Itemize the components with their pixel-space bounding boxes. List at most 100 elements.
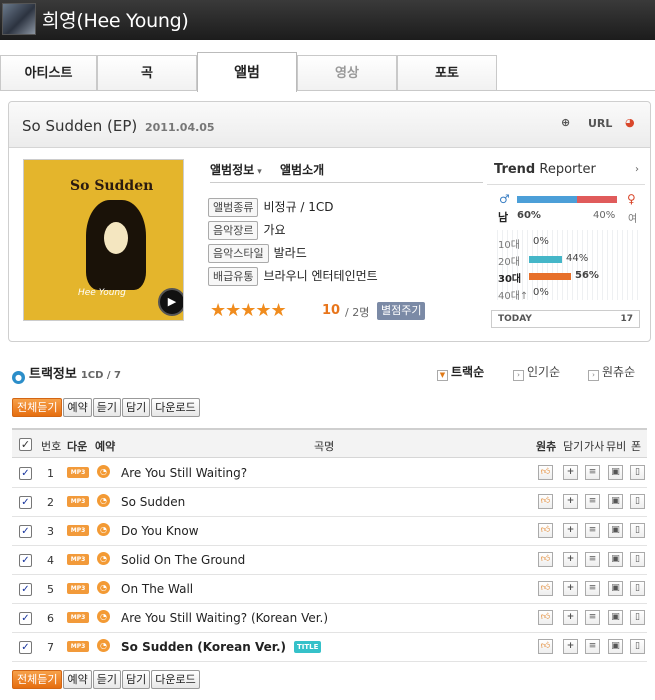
- track-title[interactable]: Solid On The Ground: [121, 553, 245, 567]
- phone-icon[interactable]: ▯: [630, 465, 645, 480]
- track-checkbox[interactable]: ✓: [19, 554, 32, 567]
- mp3-icon[interactable]: MP3: [67, 467, 89, 478]
- video-icon[interactable]: ▣: [608, 552, 623, 567]
- track-title[interactable]: Do You Know: [121, 524, 199, 538]
- lyrics-icon[interactable]: ≡: [585, 610, 600, 625]
- listen-button[interactable]: 듣기: [92, 670, 121, 689]
- tab-album-info[interactable]: 앨범정보: [210, 163, 254, 177]
- thumbs-up-icon[interactable]: 👍︎: [538, 639, 553, 654]
- thumbs-up-icon[interactable]: 👍︎: [538, 523, 553, 538]
- track-checkbox[interactable]: ✓: [19, 612, 32, 625]
- artist-thumbnail[interactable]: [2, 3, 36, 35]
- add-button[interactable]: 담기: [121, 398, 151, 417]
- clock-icon[interactable]: ◔: [97, 494, 110, 507]
- thumbs-up-icon[interactable]: 👍︎: [538, 581, 553, 596]
- lyrics-icon[interactable]: ≡: [585, 581, 600, 596]
- album-panel: So Sudden (EP) 2011.04.05 ⊕ URL ◕ So Sud…: [8, 101, 651, 342]
- video-icon[interactable]: ▣: [608, 494, 623, 509]
- track-title[interactable]: Are You Still Waiting?: [121, 466, 247, 480]
- phone-icon[interactable]: ▯: [630, 494, 645, 509]
- plus-icon[interactable]: +: [563, 581, 578, 596]
- thumbs-up-icon[interactable]: 👍︎: [538, 494, 553, 509]
- select-all-checkbox[interactable]: ✓: [19, 438, 32, 451]
- add-button[interactable]: 담기: [121, 670, 151, 689]
- video-icon[interactable]: ▣: [608, 581, 623, 596]
- trend-title-rest: Reporter: [535, 162, 596, 177]
- video-icon[interactable]: ▣: [608, 639, 623, 654]
- plus-icon[interactable]: +: [563, 610, 578, 625]
- video-icon[interactable]: ▣: [608, 610, 623, 625]
- tab-video[interactable]: 영상: [297, 55, 397, 90]
- video-icon[interactable]: ▣: [608, 523, 623, 538]
- track-checkbox[interactable]: ✓: [19, 641, 32, 654]
- play-icon[interactable]: ▶: [158, 288, 183, 316]
- lyrics-icon[interactable]: ≡: [585, 465, 600, 480]
- track-checkbox[interactable]: ✓: [19, 583, 32, 596]
- reserve-button[interactable]: 예약: [63, 398, 92, 417]
- plus-icon[interactable]: +: [563, 465, 578, 480]
- sort-track-order[interactable]: ▼ 트랙순: [437, 363, 484, 381]
- mp3-icon[interactable]: MP3: [67, 612, 89, 623]
- clock-icon[interactable]: ◔: [97, 610, 110, 623]
- plus-icon[interactable]: +: [563, 552, 578, 567]
- mp3-icon[interactable]: MP3: [67, 583, 89, 594]
- video-icon[interactable]: ▣: [608, 465, 623, 480]
- mp3-icon[interactable]: MP3: [67, 554, 89, 565]
- thumbs-up-icon[interactable]: 👍︎: [538, 552, 553, 567]
- rating-stars[interactable]: ★★★★★: [210, 300, 287, 321]
- chevron-right-icon[interactable]: ›: [635, 164, 639, 175]
- tab-artist[interactable]: 아티스트: [0, 55, 97, 90]
- sort-popularity[interactable]: › 인기순: [513, 363, 560, 381]
- rating-score: 10: [322, 303, 341, 318]
- clock-icon[interactable]: ◔: [97, 465, 110, 478]
- clock-icon[interactable]: ◔: [97, 639, 110, 652]
- track-checkbox[interactable]: ✓: [19, 525, 32, 538]
- phone-icon[interactable]: ▯: [630, 610, 645, 625]
- track-checkbox[interactable]: ✓: [19, 467, 32, 480]
- lyrics-icon[interactable]: ≡: [585, 523, 600, 538]
- clock-icon[interactable]: ◔: [97, 581, 110, 594]
- mp3-icon[interactable]: MP3: [67, 496, 89, 507]
- track-title[interactable]: Are You Still Waiting? (Korean Ver.): [121, 611, 328, 625]
- track-number: 3: [47, 525, 54, 538]
- track-title[interactable]: So Sudden: [121, 495, 185, 509]
- tab-song[interactable]: 곡: [97, 55, 197, 90]
- plus-icon[interactable]: +: [563, 494, 578, 509]
- clock-icon[interactable]: ◔: [97, 523, 110, 536]
- phone-icon[interactable]: ▯: [630, 552, 645, 567]
- lyrics-icon[interactable]: ≡: [585, 494, 600, 509]
- play-all-button[interactable]: 전체듣기: [12, 398, 63, 417]
- lyrics-icon[interactable]: ≡: [585, 552, 600, 567]
- download-button[interactable]: 다운로드: [151, 398, 200, 417]
- tab-album-intro[interactable]: 앨범소개: [280, 163, 324, 177]
- phone-icon[interactable]: ▯: [630, 581, 645, 596]
- plus-icon[interactable]: +: [563, 523, 578, 538]
- rate-button[interactable]: 별점주기: [377, 302, 426, 320]
- phone-icon[interactable]: ▯: [630, 639, 645, 654]
- plus-icon[interactable]: +: [563, 639, 578, 654]
- track-title[interactable]: On The Wall: [121, 582, 193, 596]
- sort-wanchu[interactable]: › 원츄순: [588, 363, 635, 381]
- lyrics-icon[interactable]: ≡: [585, 639, 600, 654]
- mp3-icon[interactable]: MP3: [67, 641, 89, 652]
- cover-face: [104, 222, 128, 254]
- play-all-button[interactable]: 전체듣기: [12, 670, 63, 689]
- track-checkbox[interactable]: ✓: [19, 496, 32, 509]
- chart-icon[interactable]: ◕: [625, 116, 635, 129]
- url-button[interactable]: URL: [588, 117, 612, 130]
- download-button[interactable]: 다운로드: [151, 670, 200, 689]
- tab-album[interactable]: 앨범: [197, 52, 297, 92]
- tab-photo[interactable]: 포토: [397, 55, 497, 90]
- track-title[interactable]: So Sudden (Korean Ver.): [121, 640, 286, 654]
- mp3-icon[interactable]: MP3: [67, 525, 89, 536]
- thumbs-up-icon[interactable]: 👍︎: [538, 465, 553, 480]
- trend-title[interactable]: Trend Reporter: [494, 162, 596, 177]
- album-cover[interactable]: So Sudden Hee Young ▶: [23, 159, 184, 321]
- reserve-button[interactable]: 예약: [63, 670, 92, 689]
- info-row: 앨범종류 비정규 / 1CD: [208, 198, 334, 220]
- add-icon[interactable]: ⊕: [561, 116, 570, 129]
- thumbs-up-icon[interactable]: 👍︎: [538, 610, 553, 625]
- listen-button[interactable]: 듣기: [92, 398, 121, 417]
- clock-icon[interactable]: ◔: [97, 552, 110, 565]
- phone-icon[interactable]: ▯: [630, 523, 645, 538]
